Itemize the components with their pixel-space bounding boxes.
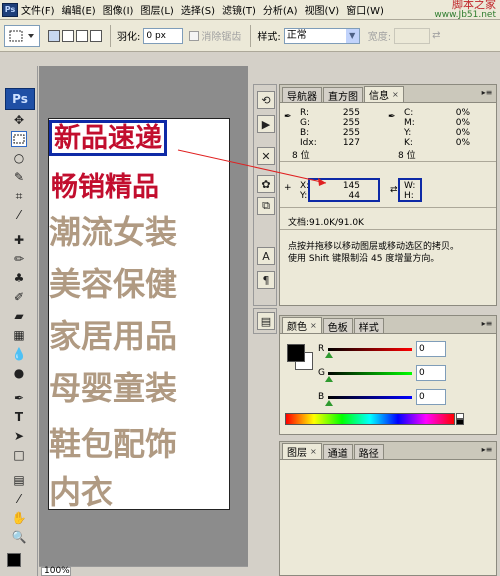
arrow-line xyxy=(177,149,327,184)
arrow-head xyxy=(318,178,326,186)
annotation-arrow xyxy=(177,149,327,186)
foreground-swatch[interactable] xyxy=(287,344,305,362)
